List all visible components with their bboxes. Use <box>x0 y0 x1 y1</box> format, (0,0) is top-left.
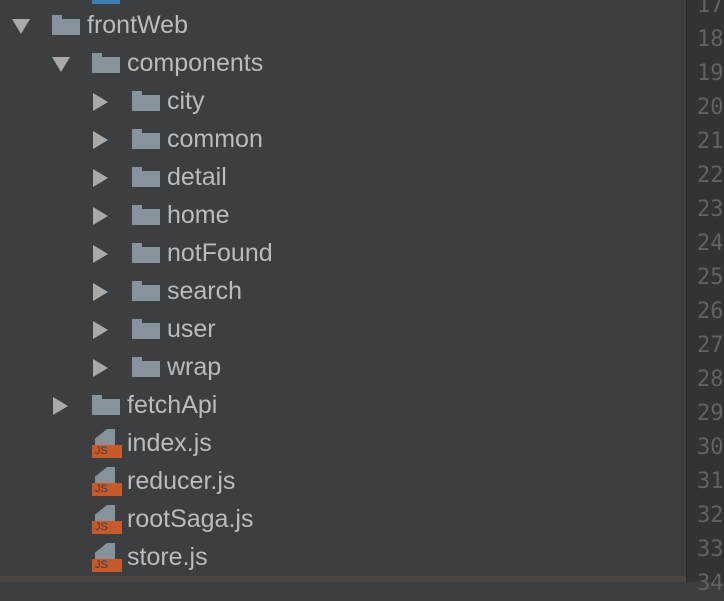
js-badge: JS <box>92 521 122 534</box>
tree-folder-frontWeb[interactable]: frontWeb <box>0 7 686 45</box>
tree-item-label: search <box>167 277 243 305</box>
chevron-right-icon[interactable] <box>93 131 108 149</box>
tree-item-label: notFound <box>167 239 273 267</box>
line-number: 30 <box>697 435 724 460</box>
line-number: 25 <box>697 265 724 290</box>
line-number: 17 <box>697 0 724 18</box>
tree-folder-city[interactable]: city <box>0 83 686 121</box>
javascript-file-icon: JS <box>92 467 122 497</box>
folder-icon <box>132 281 160 301</box>
tree-item-label: reducer.js <box>127 467 236 495</box>
js-badge: JS <box>92 559 122 572</box>
tree-folder-user[interactable]: user <box>0 311 686 349</box>
tree-file-store-js[interactable]: JS store.js <box>0 539 686 577</box>
line-number: 27 <box>697 333 724 358</box>
folder-icon <box>132 319 160 339</box>
line-number: 32 <box>697 503 724 528</box>
tree-folder-notFound[interactable]: notFound <box>0 235 686 273</box>
js-badge: JS <box>92 445 122 458</box>
chevron-right-icon[interactable] <box>93 207 108 225</box>
chevron-right-icon[interactable] <box>93 93 108 111</box>
line-number: 24 <box>697 231 724 256</box>
line-number-gutter: 17 18 19 20 21 22 23 24 25 26 27 28 29 30 31 32 33 34 <box>686 0 724 596</box>
tree-item-label: store.js <box>127 543 208 571</box>
line-number: 23 <box>697 197 724 222</box>
tree-item-label: city <box>167 87 205 115</box>
line-number: 31 <box>697 469 724 494</box>
tree-folder-home[interactable]: home <box>0 197 686 235</box>
tree-item-label: rootSaga.js <box>127 505 254 533</box>
tree-item-label: index.js <box>127 429 212 457</box>
line-number: 28 <box>697 367 724 392</box>
file-icon <box>92 0 120 4</box>
line-number: 29 <box>697 401 724 426</box>
javascript-file-icon: JS <box>92 505 122 535</box>
folder-icon <box>132 357 160 377</box>
tree-item-label: fetchApi <box>127 391 218 419</box>
chevron-right-icon[interactable] <box>93 245 108 263</box>
tree-file-rootSaga-js[interactable]: JS rootSaga.js <box>0 501 686 539</box>
line-number: 22 <box>697 163 724 188</box>
chevron-right-icon[interactable] <box>93 359 108 377</box>
folder-icon <box>132 205 160 225</box>
chevron-down-icon[interactable] <box>12 19 30 34</box>
tree-item-label: common <box>167 125 263 153</box>
chevron-right-icon[interactable] <box>93 321 108 339</box>
tree-folder-components[interactable]: components <box>0 45 686 83</box>
line-number: 34 <box>697 571 724 596</box>
tree-folder-wrap[interactable]: wrap <box>0 349 686 387</box>
project-tree: frontWeb components city common detail home no… <box>0 0 686 582</box>
tree-folder-common[interactable]: common <box>0 121 686 159</box>
tree-item-label: detail <box>167 163 227 191</box>
tree-item-label: home <box>167 201 230 229</box>
folder-icon <box>132 129 160 149</box>
horizontal-scrollbar[interactable] <box>0 576 686 582</box>
line-number: 21 <box>697 129 724 154</box>
line-number: 19 <box>697 61 724 86</box>
folder-icon <box>132 167 160 187</box>
tree-folder-fetchApi[interactable]: fetchApi <box>0 387 686 425</box>
folder-icon <box>52 15 80 35</box>
line-number: 26 <box>697 299 724 324</box>
line-number: 18 <box>697 27 724 52</box>
javascript-file-icon: JS <box>92 543 122 573</box>
tree-file-reducer-js[interactable]: JS reducer.js <box>0 463 686 501</box>
chevron-down-icon[interactable] <box>52 57 70 72</box>
js-badge: JS <box>92 483 122 496</box>
line-number: 33 <box>697 537 724 562</box>
tree-item-label: user <box>167 315 216 343</box>
javascript-file-icon: JS <box>92 429 122 459</box>
line-number: 20 <box>697 95 724 120</box>
tree-item-label: frontWeb <box>87 11 188 39</box>
tree-item-label: wrap <box>167 353 222 381</box>
tree-folder-detail[interactable]: detail <box>0 159 686 197</box>
folder-icon <box>92 395 120 415</box>
tree-item-label: components <box>127 49 264 77</box>
folder-icon <box>132 243 160 263</box>
folder-icon <box>92 53 120 73</box>
tree-file-index-js[interactable]: JS index.js <box>0 425 686 463</box>
folder-icon <box>132 91 160 111</box>
chevron-right-icon[interactable] <box>93 169 108 187</box>
chevron-right-icon[interactable] <box>53 397 68 415</box>
chevron-right-icon[interactable] <box>93 283 108 301</box>
tree-folder-search[interactable]: search <box>0 273 686 311</box>
